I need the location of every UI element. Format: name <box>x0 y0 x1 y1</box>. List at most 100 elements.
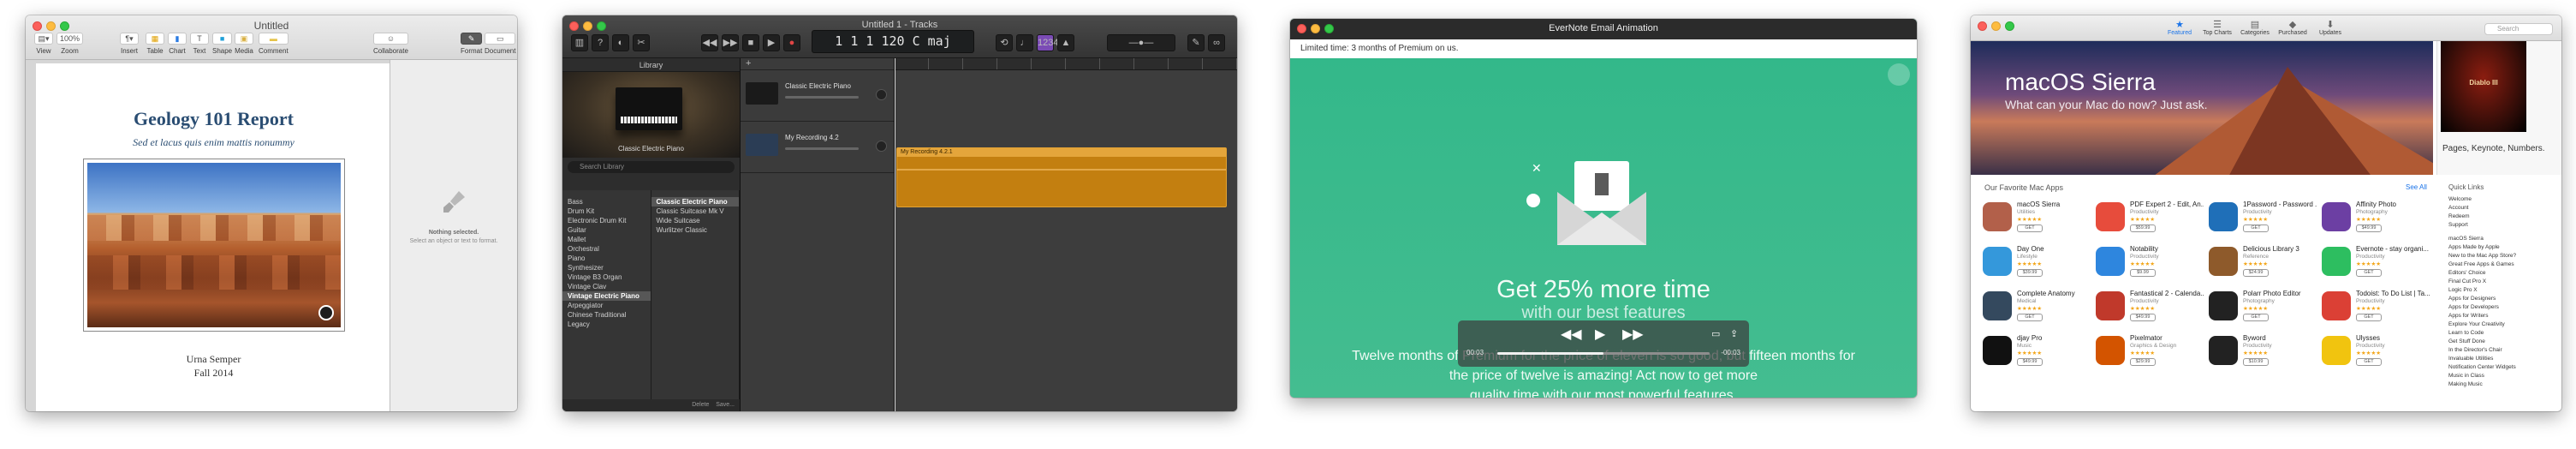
app-price-button[interactable]: $49.99 <box>2356 224 2382 232</box>
library-category[interactable]: Bass <box>562 197 651 207</box>
canyon-photo[interactable] <box>84 159 344 331</box>
fast-forward-icon[interactable]: ▶▶ <box>722 34 739 51</box>
app-name[interactable]: Ulysses <box>2356 334 2430 342</box>
tab-top-charts[interactable]: ☰ Top Charts <box>2198 20 2236 36</box>
app-tile[interactable]: Delicious Library 3 Reference ★★★★★ $24.99 <box>2209 243 2320 286</box>
quick-link[interactable]: macOS Sierra <box>2448 235 2551 243</box>
library-patch[interactable]: Wurlitzer Classic <box>651 225 740 235</box>
app-price-button[interactable]: $49.99 <box>2017 358 2043 366</box>
app-tile[interactable]: Polarr Photo Editor Photography ★★★★★ GET <box>2209 288 2320 331</box>
metronome-icon[interactable]: ▲ <box>1057 34 1074 51</box>
app-tile[interactable]: Complete Anatomy Medical ★★★★★ GET <box>1983 288 2094 331</box>
lcd-display[interactable]: 1 1 1 120 C maj <box>812 30 974 53</box>
tab-purchased[interactable]: ◆ Purchased <box>2274 20 2311 36</box>
document-title[interactable]: Geology 101 Report <box>36 108 391 130</box>
scrubber[interactable] <box>1497 352 1710 355</box>
app-tile[interactable]: Notability Productivity ★★★★★ $9.99 <box>2096 243 2207 286</box>
app-price-button[interactable]: $59.99 <box>2130 224 2156 232</box>
document-term[interactable]: Fall 2014 <box>36 367 391 380</box>
library-category[interactable]: Vintage B3 Organ <box>562 272 651 282</box>
app-icon[interactable] <box>2096 291 2125 320</box>
close-overlay-icon[interactable] <box>1888 63 1910 86</box>
shape-button[interactable]: ■ Shape <box>212 33 233 55</box>
cycle-icon[interactable]: ⟲ <box>996 34 1013 51</box>
app-name[interactable]: Complete Anatomy <box>2017 290 2091 297</box>
app-tile[interactable]: Todoist: To Do List | Ta... Productivity ★… <box>2322 288 2433 331</box>
play-icon[interactable]: ▶ <box>1595 326 1605 343</box>
quick-link[interactable]: Apps for Writers <box>2448 312 2551 320</box>
text-button[interactable]: T Text <box>190 33 209 55</box>
quick-link[interactable]: Music in Class <box>2448 372 2551 380</box>
audio-region[interactable]: My Recording 4.2.1 <box>896 147 1227 207</box>
hero-banner[interactable]: macOS Sierra What can your Mac do now? J… <box>1971 41 2433 175</box>
close-button[interactable] <box>1978 21 1987 31</box>
app-icon[interactable] <box>2322 336 2351 365</box>
app-icon[interactable] <box>1983 336 2012 365</box>
library-category[interactable]: Drum Kit <box>562 207 651 216</box>
app-tile[interactable]: Day One Lifestyle ★★★★★ $39.99 <box>1983 243 2094 286</box>
track-volume-slider[interactable] <box>785 147 859 150</box>
quick-link[interactable]: Apps Made by Apple <box>2448 243 2551 252</box>
quick-link[interactable]: Support <box>2448 221 2551 230</box>
app-tile[interactable]: Byword Productivity ★★★★★ $10.99 <box>2209 332 2320 375</box>
track-header[interactable]: Classic Electric Piano <box>741 70 894 122</box>
app-tile[interactable]: Pixelmator Graphics & Design ★★★★★ $29.99 <box>2096 332 2207 375</box>
app-name[interactable]: macOS Sierra <box>2017 201 2091 208</box>
app-tile[interactable]: Ulysses Productivity ★★★★★ GET <box>2322 332 2433 375</box>
app-name[interactable]: 1Password - Password ... <box>2243 201 2317 208</box>
library-toggle-icon[interactable]: ▥ <box>571 34 588 51</box>
quick-link[interactable]: Notification Center Widgets <box>2448 363 2551 372</box>
app-tile[interactable]: Fantastical 2 - Calenda... Productivity ★★… <box>2096 288 2207 331</box>
pan-knob[interactable] <box>876 141 887 152</box>
document-subtitle[interactable]: Sed et lacus quis enim mattis nonummy <box>36 136 391 149</box>
library-category[interactable]: Arpeggiator <box>562 301 651 310</box>
rewind-icon[interactable]: ◀◀ <box>701 34 718 51</box>
library-category[interactable]: Vintage Electric Piano <box>562 291 651 301</box>
tracks-area[interactable]: My Recording 4.2.1 <box>895 58 1237 411</box>
app-icon[interactable] <box>1983 247 2012 276</box>
help-icon[interactable]: ? <box>592 34 609 51</box>
search-input[interactable]: Search <box>2484 23 2553 35</box>
app-price-button[interactable]: $24.99 <box>2243 269 2269 277</box>
document-button[interactable]: ▭ Document <box>485 33 516 55</box>
delete-button[interactable]: Delete <box>692 402 709 408</box>
app-icon[interactable] <box>2322 291 2351 320</box>
notepad-icon[interactable]: ✎ <box>1187 34 1205 51</box>
airplay-icon[interactable]: ▭ <box>1711 328 1720 339</box>
app-price-button[interactable]: GET <box>2017 224 2043 232</box>
tab-updates[interactable]: ⬇ Updates <box>2311 20 2349 36</box>
app-name[interactable]: Pixelmator <box>2130 334 2204 342</box>
minimize-button[interactable] <box>1991 21 2001 31</box>
app-icon[interactable] <box>2096 247 2125 276</box>
video-stage[interactable]: ✕ Get 25% more time with our best featur… <box>1290 58 1917 398</box>
library-category[interactable]: Guitar <box>562 225 651 235</box>
chart-button[interactable]: ▮ Chart <box>168 33 187 55</box>
app-icon[interactable] <box>2209 336 2238 365</box>
app-name[interactable]: Fantastical 2 - Calenda... <box>2130 290 2204 297</box>
app-icon[interactable] <box>2096 202 2125 231</box>
app-icon[interactable] <box>2322 247 2351 276</box>
app-tile[interactable]: macOS Sierra Utilities ★★★★★ GET <box>1983 199 2094 242</box>
document-page[interactable]: Geology 101 Report Sed et lacus quis eni… <box>36 63 391 411</box>
app-name[interactable]: Byword <box>2243 334 2317 342</box>
app-name[interactable]: djay Pro <box>2017 334 2091 342</box>
media-replace-icon[interactable] <box>318 305 334 320</box>
app-tile[interactable]: PDF Expert 2 - Edit, An... Productivity ★★… <box>2096 199 2207 242</box>
track-volume-slider[interactable] <box>785 96 859 99</box>
quick-link[interactable]: Learn to Code <box>2448 329 2551 338</box>
tab-categories[interactable]: ▤ Categories <box>2236 20 2274 36</box>
library-patch[interactable]: Wide Suitcase <box>651 216 740 225</box>
app-name[interactable]: Todoist: To Do List | Ta... <box>2356 290 2430 297</box>
collaborate-button[interactable]: ☺ Collaborate <box>373 33 408 55</box>
app-tile[interactable]: 1Password - Password ... Productivity ★★★★… <box>2209 199 2320 242</box>
smart-controls-icon[interactable]: ◐ <box>612 34 629 51</box>
rewind-icon[interactable]: ◀◀ <box>1561 326 1582 343</box>
share-icon[interactable]: ⇪ <box>1730 328 1738 339</box>
app-name[interactable]: Evernote - stay organi... <box>2356 245 2430 253</box>
library-category[interactable]: Legacy <box>562 320 651 329</box>
library-category[interactable]: Vintage Clav <box>562 282 651 291</box>
pan-knob[interactable] <box>876 89 887 100</box>
app-price-button[interactable]: GET <box>2356 314 2382 321</box>
app-price-button[interactable]: GET <box>2356 358 2382 366</box>
format-button[interactable]: ✎ Format <box>461 33 483 55</box>
